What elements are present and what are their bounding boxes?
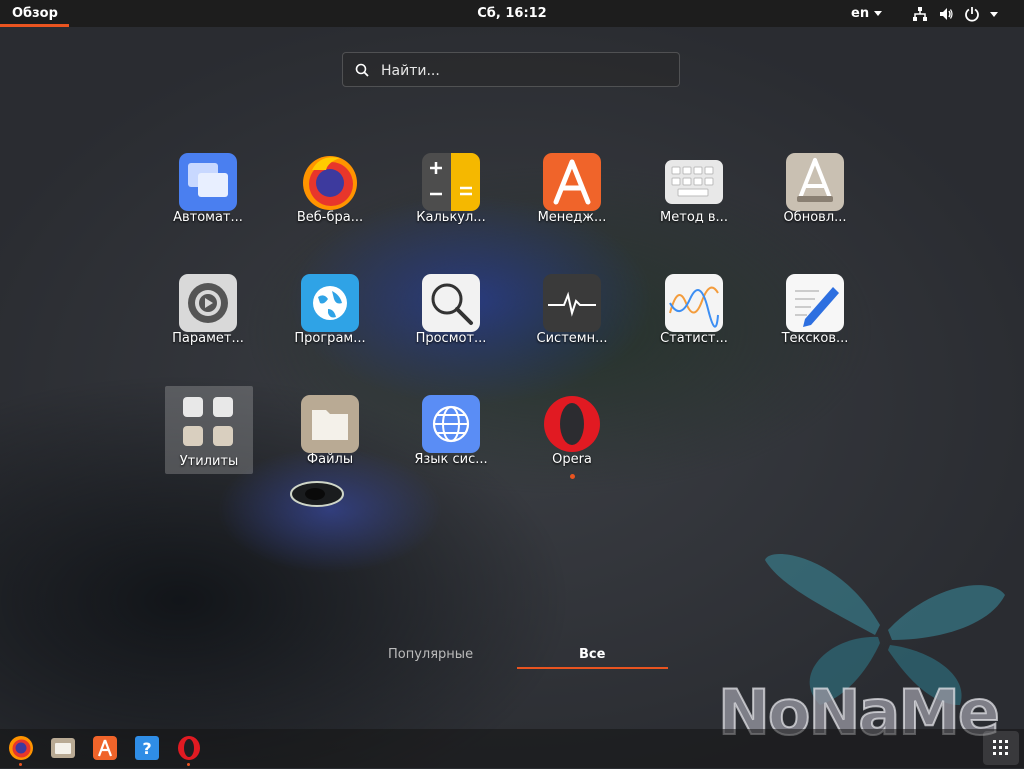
chevron-down-icon [874,11,883,16]
tab-popular[interactable]: Популярные [388,647,473,662]
clock[interactable]: Сб, 16:12 [477,6,546,21]
globe-software-icon [301,274,359,332]
folder-utilities[interactable]: Утилиты [165,386,253,474]
search-icon [213,397,233,417]
language-globe-icon [422,395,480,453]
app-label: Парамет... [172,331,244,346]
firefox-icon [303,156,357,210]
search-icon [355,63,369,77]
system-tray[interactable] [912,4,998,24]
software-center-icon [543,153,601,211]
top-bar: Обзор Сб, 16:12 en [0,0,1024,27]
dock-firefox-icon[interactable] [8,735,34,761]
power-icon [965,7,979,22]
app-software-updater[interactable]: Обновл... [769,152,861,234]
info-icon [213,426,233,446]
dock-files-icon[interactable] [50,735,76,761]
running-indicator [19,763,22,766]
app-label: Автомат... [173,210,243,225]
language-indicator[interactable]: en [851,0,883,27]
app-label: Язык сис... [414,452,488,467]
archive-icon [183,426,203,446]
running-indicator [187,763,190,766]
app-software-manager[interactable]: Менедж... [526,152,618,234]
show-applications-button[interactable] [983,731,1019,765]
app-settings[interactable]: Парамет... [162,273,254,355]
search-input[interactable] [379,53,673,88]
app-label: Менедж... [537,210,607,225]
app-label: Тексков... [781,331,849,346]
app-system-monitor[interactable]: Системн... [526,273,618,355]
folder-label: Утилиты [179,454,239,469]
system-monitor-icon [543,274,601,332]
app-software[interactable]: Програм... [284,273,376,355]
app-grid-icon [993,740,1008,755]
app-label: Просмот... [415,331,487,346]
app-label: Веб-бра... [296,210,364,225]
app-statistics[interactable]: Статист... [648,273,740,355]
search-box[interactable] [342,52,680,88]
app-label: Обновл... [783,210,847,225]
app-label: Системн... [536,331,608,346]
app-label: Файлы [306,452,354,467]
app-input-method[interactable]: Метод в... [648,152,740,234]
app-label: Метод в... [660,210,728,225]
app-image-viewer[interactable]: Просмот... [405,273,497,355]
tab-active-underline [517,667,668,669]
running-indicator [570,474,575,479]
dock-opera-icon[interactable] [176,735,202,761]
volume-icon [940,8,953,20]
app-calculator[interactable]: Калькул... [405,152,497,234]
app-label: Програм... [294,331,366,346]
wallpaper-eye-decoration [290,481,344,507]
statistics-chart-icon [665,274,723,332]
chevron-down-icon [990,11,998,17]
app-automation[interactable]: Автомат... [162,152,254,234]
app-web-browser[interactable]: Веб-бра... [284,152,376,234]
app-label: Статист... [660,331,728,346]
magnifier-icon [422,274,480,332]
language-label: en [851,6,870,21]
app-language-support[interactable]: Язык сис... [405,394,497,476]
keyboard-icon [665,160,723,204]
app-files[interactable]: Файлы [284,394,376,476]
dock-software-center-icon[interactable] [92,735,118,761]
dock-help-icon[interactable]: ? [134,735,160,761]
app-text-editor[interactable]: Тексков... [769,273,861,355]
files-folder-icon [301,395,359,453]
network-icon [913,7,927,21]
updater-icon [786,153,844,211]
app-label: Opera [552,452,592,467]
tab-all[interactable]: Все [579,647,605,662]
settings-gear-icon [179,274,237,332]
svg-text:?: ? [142,739,151,758]
activities-underline [0,24,69,27]
app-opera[interactable]: Opera [526,394,618,479]
opera-icon [544,396,600,452]
chat-icon [183,397,203,417]
activities-button[interactable]: Обзор [0,0,70,27]
automation-app-icon [179,153,237,211]
calculator-icon [422,153,480,211]
app-label: Калькул... [416,210,486,225]
text-editor-icon [786,274,844,332]
